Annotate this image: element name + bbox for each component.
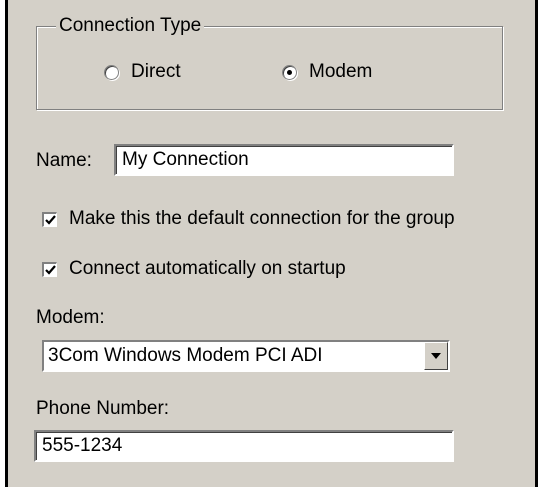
radio-direct-indicator[interactable] — [104, 64, 119, 80]
radio-direct-label: Direct — [131, 61, 181, 82]
check-icon — [45, 214, 56, 225]
default-connection-label: Make this the default connection for the… — [69, 208, 455, 229]
radio-modem-indicator[interactable] — [282, 64, 297, 80]
radio-modem[interactable]: Modem — [282, 60, 372, 84]
connection-dialog: Connection Type Direct Modem Name: My Co… — [5, 0, 538, 487]
default-connection-checkbox[interactable] — [42, 211, 57, 227]
check-icon — [45, 264, 56, 275]
connect-automatically-checkbox-row[interactable]: Connect automatically on startup — [42, 257, 346, 281]
radio-direct[interactable]: Direct — [104, 60, 181, 84]
name-input[interactable]: My Connection — [114, 144, 454, 176]
modem-dropdown-button[interactable] — [424, 342, 448, 370]
connect-automatically-checkbox[interactable] — [42, 261, 57, 277]
radio-modem-label: Modem — [309, 61, 373, 82]
name-label: Name: — [36, 150, 92, 171]
connection-type-legend: Connection Type — [56, 15, 205, 37]
phone-number-label: Phone Number: — [36, 398, 170, 419]
chevron-down-icon — [431, 353, 441, 359]
connect-automatically-label: Connect automatically on startup — [69, 258, 346, 279]
modem-selected-value: 3Com Windows Modem PCI ADI — [48, 345, 323, 366]
default-connection-checkbox-row[interactable]: Make this the default connection for the… — [42, 207, 455, 231]
modem-label: Modem: — [36, 307, 105, 328]
modem-select[interactable]: 3Com Windows Modem PCI ADI — [42, 340, 450, 372]
phone-number-input[interactable]: 555-1234 — [34, 430, 454, 462]
